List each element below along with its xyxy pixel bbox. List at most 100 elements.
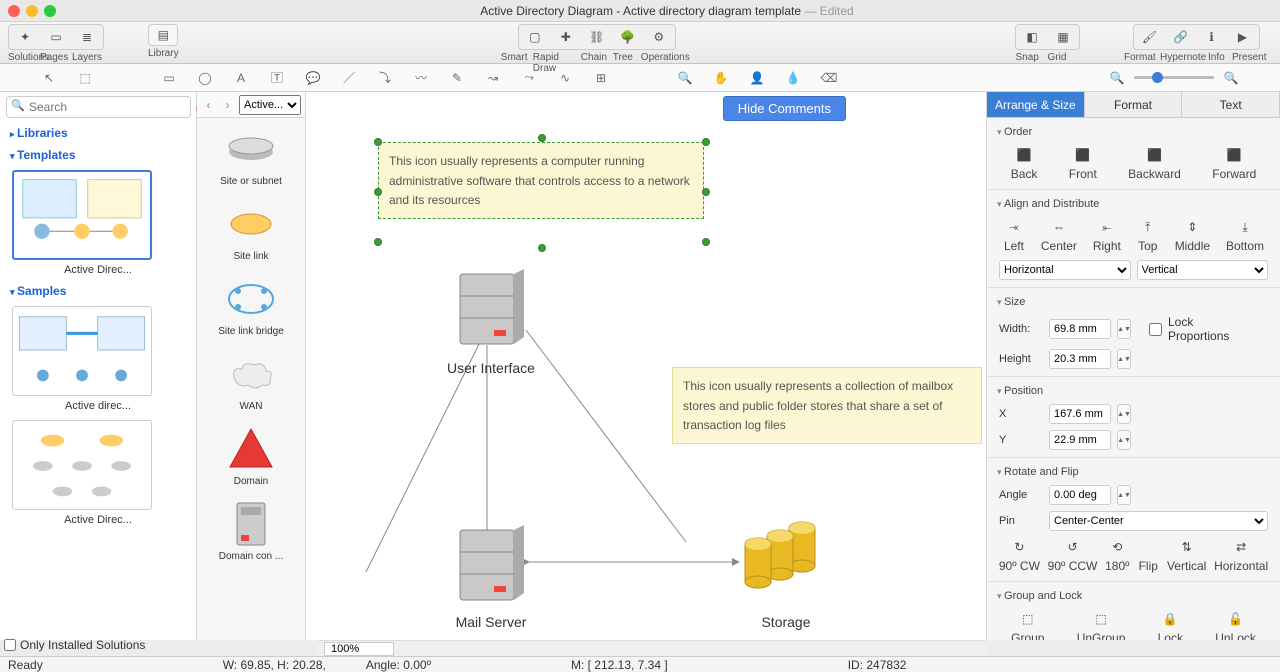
chain-button[interactable]: ⛓	[582, 26, 612, 48]
sec-size[interactable]: Size	[987, 292, 1280, 312]
textbox-tool[interactable]: 🅃	[268, 69, 286, 87]
stencil-select[interactable]: Active...	[239, 95, 301, 115]
align-center[interactable]: ⇔Center	[1041, 218, 1077, 253]
zoom-slider[interactable]	[1134, 76, 1214, 79]
lock-btn[interactable]: 🔒Lock	[1158, 610, 1183, 640]
group-btn[interactable]: ⬚Group	[1011, 610, 1044, 640]
rot-cw[interactable]: ↻90º CW	[999, 538, 1040, 573]
rot-180[interactable]: ⟲180º	[1105, 538, 1129, 573]
height-input[interactable]	[1049, 349, 1111, 369]
sec-position[interactable]: Position	[987, 381, 1280, 401]
sample-thumb-2[interactable]: Active Direc...	[12, 420, 184, 526]
lock-prop-check[interactable]	[1149, 323, 1162, 336]
zoom-out-icon[interactable]: 🔍	[1108, 69, 1126, 87]
x-stepper[interactable]: ▲▼	[1117, 404, 1131, 424]
max-dot[interactable]	[44, 5, 56, 17]
eyedrop-tool[interactable]: 💧	[784, 69, 802, 87]
comment-note-1[interactable]: This icon usually represents a computer …	[378, 142, 704, 219]
order-forward[interactable]: ⬛Forward	[1212, 146, 1256, 181]
operations-button[interactable]: ⚙	[644, 26, 674, 48]
sec-order[interactable]: Order	[987, 122, 1280, 142]
curve-tool[interactable]: 〰	[412, 69, 430, 87]
libraries-header[interactable]: Libraries	[0, 122, 196, 144]
smart-button[interactable]: ▢	[520, 26, 550, 48]
format-button[interactable]: 🖌	[1135, 26, 1165, 48]
height-stepper[interactable]: ▲▼	[1117, 349, 1131, 369]
ungroup-btn[interactable]: ⬚UnGroup	[1077, 610, 1126, 640]
align-top[interactable]: ⤒Top	[1137, 218, 1159, 253]
select-tool[interactable]: ⬚	[76, 69, 94, 87]
stencil-sitelink[interactable]: Site link	[197, 193, 305, 268]
comment-note-2[interactable]: This icon usually represents a collectio…	[672, 367, 982, 444]
x-input[interactable]	[1049, 404, 1111, 424]
dist-v[interactable]: Vertical	[1137, 260, 1269, 280]
rot-ccw[interactable]: ↺90º CCW	[1048, 538, 1098, 573]
tab-format[interactable]: Format	[1085, 92, 1183, 117]
template-thumb-1[interactable]: Active Direc...	[12, 170, 184, 276]
close-dot[interactable]	[8, 5, 20, 17]
sec-rotate[interactable]: Rotate and Flip	[987, 462, 1280, 482]
zoom-in-icon[interactable]: 🔍	[1222, 69, 1240, 87]
node-storage[interactable]	[738, 512, 828, 595]
stencil-domain[interactable]: Domain	[197, 418, 305, 493]
spline-tool[interactable]: ∿	[556, 69, 574, 87]
zoom-value[interactable]	[324, 642, 394, 656]
y-input[interactable]	[1049, 430, 1111, 450]
ellipse-tool[interactable]: ◯	[196, 69, 214, 87]
callout-tool[interactable]: 💬	[304, 69, 322, 87]
only-installed-check[interactable]: Only Installed Solutions	[4, 638, 145, 652]
tree-button[interactable]: 🌳	[613, 26, 643, 48]
pointer-tool[interactable]: ↖	[40, 69, 58, 87]
angle-stepper[interactable]: ▲▼	[1117, 485, 1131, 505]
info-button[interactable]: ℹ	[1197, 26, 1227, 48]
align-right[interactable]: ⤜Right	[1093, 218, 1121, 253]
align-bottom[interactable]: ⤓Bottom	[1226, 218, 1264, 253]
node-mail-server[interactable]	[454, 522, 526, 611]
order-back[interactable]: ⬛Back	[1011, 146, 1038, 181]
stencil-domcon[interactable]: Domain con ...	[197, 493, 305, 568]
line-tool[interactable]: ／	[340, 69, 358, 87]
rapiddraw-button[interactable]: ✚	[551, 26, 581, 48]
sec-group[interactable]: Group and Lock	[987, 586, 1280, 606]
width-stepper[interactable]: ▲▼	[1117, 319, 1131, 339]
grid-button[interactable]: ▦	[1048, 26, 1078, 48]
tab-text[interactable]: Text	[1182, 92, 1280, 117]
library-button[interactable]: ▤	[148, 24, 178, 46]
align-left[interactable]: ⤛Left	[1003, 218, 1025, 253]
stamp-tool[interactable]: 👤	[748, 69, 766, 87]
stencil-wan[interactable]: WAN	[197, 343, 305, 418]
flip-v[interactable]: ⇅Vertical	[1167, 538, 1206, 573]
tab-arrange[interactable]: Arrange & Size	[987, 92, 1085, 117]
stencil-bridge[interactable]: Site link bridge	[197, 268, 305, 343]
y-stepper[interactable]: ▲▼	[1117, 430, 1131, 450]
search-input[interactable]	[6, 96, 191, 118]
sec-align[interactable]: Align and Distribute	[987, 194, 1280, 214]
connector-tool[interactable]: ⤳	[520, 69, 538, 87]
stencil-fwd[interactable]: ›	[220, 98, 235, 112]
arc-tool[interactable]: ⤵	[376, 69, 394, 87]
order-front[interactable]: ⬛Front	[1069, 146, 1097, 181]
stencil-site[interactable]: Site or subnet	[197, 118, 305, 193]
pin-select[interactable]: Center-Center	[1049, 511, 1268, 531]
pen-tool[interactable]: ✎	[448, 69, 466, 87]
unlock-btn[interactable]: 🔓UnLock	[1215, 610, 1256, 640]
canvas[interactable]: Hide Comments This icon usually represen…	[306, 92, 986, 640]
table-tool[interactable]: ⊞	[592, 69, 610, 87]
rect-tool[interactable]: ▭	[160, 69, 178, 87]
order-backward[interactable]: ⬛Backward	[1128, 146, 1181, 181]
text-tool[interactable]: A	[232, 69, 250, 87]
present-button[interactable]: ▶	[1228, 26, 1258, 48]
solutions-button[interactable]: ✦	[10, 26, 40, 48]
angle-input[interactable]	[1049, 485, 1111, 505]
flip-h[interactable]: ⇄Horizontal	[1214, 538, 1268, 573]
hand-tool[interactable]: ✋	[712, 69, 730, 87]
zoom-tool[interactable]: 🔍	[676, 69, 694, 87]
node-user-interface[interactable]	[454, 266, 526, 355]
sample-thumb-1[interactable]: Active direc...	[12, 306, 184, 412]
h-scrollbar[interactable]	[318, 640, 986, 656]
bezier-tool[interactable]: ↝	[484, 69, 502, 87]
align-middle[interactable]: ⇕Middle	[1175, 218, 1210, 253]
width-input[interactable]	[1049, 319, 1111, 339]
min-dot[interactable]	[26, 5, 38, 17]
samples-header[interactable]: Samples	[0, 280, 196, 302]
